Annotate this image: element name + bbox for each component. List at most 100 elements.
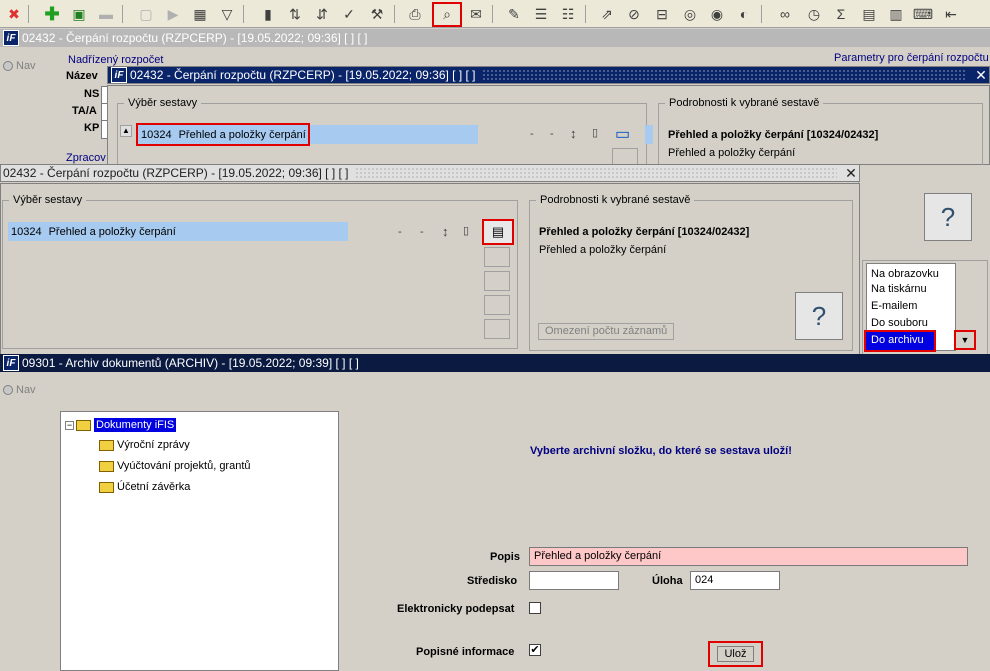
stredisko-field[interactable] [529,571,619,590]
mail-icon[interactable]: ✉ [466,4,486,24]
dialog2-title: 02432 - Čerpání rozpočtu (RZPCERP) - [19… [3,166,349,180]
glasses-icon[interactable]: ∞ [775,4,795,24]
edit-icon[interactable]: ✎ [504,4,524,24]
tree-root[interactable]: − Dokumenty iFIS [65,418,177,432]
filter-icon[interactable]: ▽ [217,4,237,24]
folder-icon [76,419,91,431]
save-icon[interactable]: ▣ [69,4,89,24]
list-icon[interactable]: ☰ [531,4,551,24]
keyboard-icon[interactable]: ⌨ [913,4,933,24]
dropdown-arrow-icon[interactable]: ▼ [954,330,976,350]
eye-icon[interactable]: ◐ [734,4,754,24]
compass-icon[interactable]: ◉ [707,4,727,24]
uloha-field[interactable]: 024 [690,571,780,590]
tree-item[interactable]: Výroční zprávy [99,439,190,451]
nav-radio-icon [3,385,13,395]
back-icon[interactable]: ⇤ [941,4,961,24]
sort-icon[interactable]: ↕ [442,224,449,239]
app-logo-icon: iF [111,67,127,83]
close-icon[interactable]: ✕ [973,67,989,83]
bg-window-title: 02432 - Čerpání rozpočtu (RZPCERP) - [19… [22,31,368,45]
archiv-instruction: Vyberte archivní složku, do které se ses… [530,445,792,457]
taa-label: TA/A [72,105,97,117]
printer-help-icon[interactable]: ? [795,292,843,340]
popis-label: Popis [490,551,520,563]
dash-2: - [420,226,424,238]
tree-item[interactable]: Účetní závěrka [99,481,190,493]
sum-icon[interactable]: Σ [831,4,851,24]
bg-window-titlebar[interactable]: iF 02432 - Čerpání rozpočtu (RZPCERP) - … [0,29,990,47]
option-email[interactable]: E-mailem [867,298,955,315]
attach-icon[interactable]: ⊘ [624,4,644,24]
row-button-3[interactable] [484,271,510,291]
kp-label: KP [84,122,100,134]
row-button-4[interactable] [484,295,510,315]
dialog1-details-sub: Přehled a položky čerpání [668,147,796,159]
sort-asc-icon[interactable]: ⇅ [285,4,305,24]
folder-tree: − Dokumenty iFIS Výroční zprávy Vyúčtová… [60,411,339,671]
blank-icon[interactable]: ▢ [136,4,156,24]
pdf-icon[interactable]: ▯ [592,126,598,139]
print-icon[interactable]: ⎙ [405,4,425,24]
folder-icon [99,481,114,493]
scroll-up-icon[interactable]: ▲ [120,125,132,137]
omezeni-button[interactable]: Omezení počtu záznamů [538,323,675,340]
xml-icon[interactable]: ▥ [886,4,906,24]
popis-field[interactable]: Přehled a položky čerpání [529,547,968,566]
app-logo-icon: iF [3,355,19,371]
elektronicky-label: Elektronicky podepsat [397,603,515,615]
minus-icon[interactable]: ▬ [96,4,116,24]
close-icon[interactable]: ✕ [843,165,859,181]
row-button-2[interactable] [484,247,510,267]
monitor-icon[interactable]: ▭ [615,124,630,144]
archiv-nav[interactable]: Nav [3,384,36,396]
archiv-titlebar[interactable]: iF 09301 - Archiv dokumentů (ARCHIV) - [… [0,354,990,372]
row-button-5[interactable] [484,319,510,339]
sort-icon[interactable]: ↕ [570,126,577,141]
play-icon[interactable]: ▶ [163,4,183,24]
dialog2-details-title: Přehled a položky čerpání [10324/02432] [539,226,750,238]
popisne-label: Popisné informace [416,646,515,658]
option-tiskarna[interactable]: Na tiskárnu [867,281,955,298]
globe-icon[interactable]: ◎ [680,4,700,24]
check-icon[interactable]: ✓ [339,4,359,24]
calendar-icon[interactable]: ▦ [190,4,210,24]
dialog2-report-row[interactable]: 10324 Přehled a položky čerpání [8,222,348,241]
print-preview-icon[interactable]: ⌕ [432,2,462,27]
sort-desc-icon[interactable]: ⇵ [312,4,332,24]
collapse-icon[interactable]: − [65,420,74,430]
add-icon[interactable]: ✚ [42,4,62,24]
pdf-icon[interactable]: ▯ [463,224,469,237]
main-toolbar: ✖ ✚ ▣ ▬ ▢ ▶ ▦ ▽ ▮ ⇅ ⇵ ✓ ⚒ ⎙ ⌕ ✉ ✎ ☰ ☷ ⇗ … [0,0,990,28]
app-logo-icon: iF [3,30,19,46]
excel-icon[interactable]: ▤ [859,4,879,24]
dialog1-titlebar[interactable]: iF 02432 - Čerpání rozpočtu (RZPCERP) - … [107,66,990,84]
dash-2: - [550,128,554,140]
popisne-checkbox[interactable]: ✔ [529,644,541,656]
tree-item[interactable]: Vyúčtování projektů, grantů [99,460,251,472]
nadrizeny-label: Nadřízený rozpočet [68,54,164,66]
dialog2-vyber-group: Výběr sestavy [2,194,518,349]
uloz-button[interactable]: Ulož [708,641,763,667]
option-archiv-selected[interactable]: Do archivu [864,330,936,352]
link-icon[interactable]: ⊟ [652,4,672,24]
titlebar-grip [481,69,967,81]
printer-help-icon[interactable]: ? [924,193,972,241]
export-icon[interactable]: ⇗ [597,4,617,24]
clock-icon[interactable]: ◷ [804,4,824,24]
wrench-icon[interactable]: ⚒ [367,4,387,24]
close-icon[interactable]: ✖ [4,4,24,24]
dialog1-title: 02432 - Čerpání rozpočtu (RZPCERP) - [19… [130,68,476,82]
dialog1-details-title: Přehled a položky čerpání [10324/02432] [668,129,879,141]
option-obrazovka[interactable]: Na obrazovku [867,264,955,281]
row-end [645,125,653,144]
dialog2-titlebar[interactable]: 02432 - Čerpání rozpočtu (RZPCERP) - [19… [0,164,860,182]
bg-nav[interactable]: Nav [3,60,36,72]
dialog1-row-highlight [136,123,310,146]
stredisko-label: Středisko [467,575,518,587]
checklist-icon[interactable]: ☷ [558,4,578,24]
archive-icon[interactable]: ▤ [482,219,514,245]
chart-icon[interactable]: ▮ [258,4,278,24]
elektronicky-checkbox[interactable] [529,602,541,614]
nazev-label: Název [66,70,98,82]
